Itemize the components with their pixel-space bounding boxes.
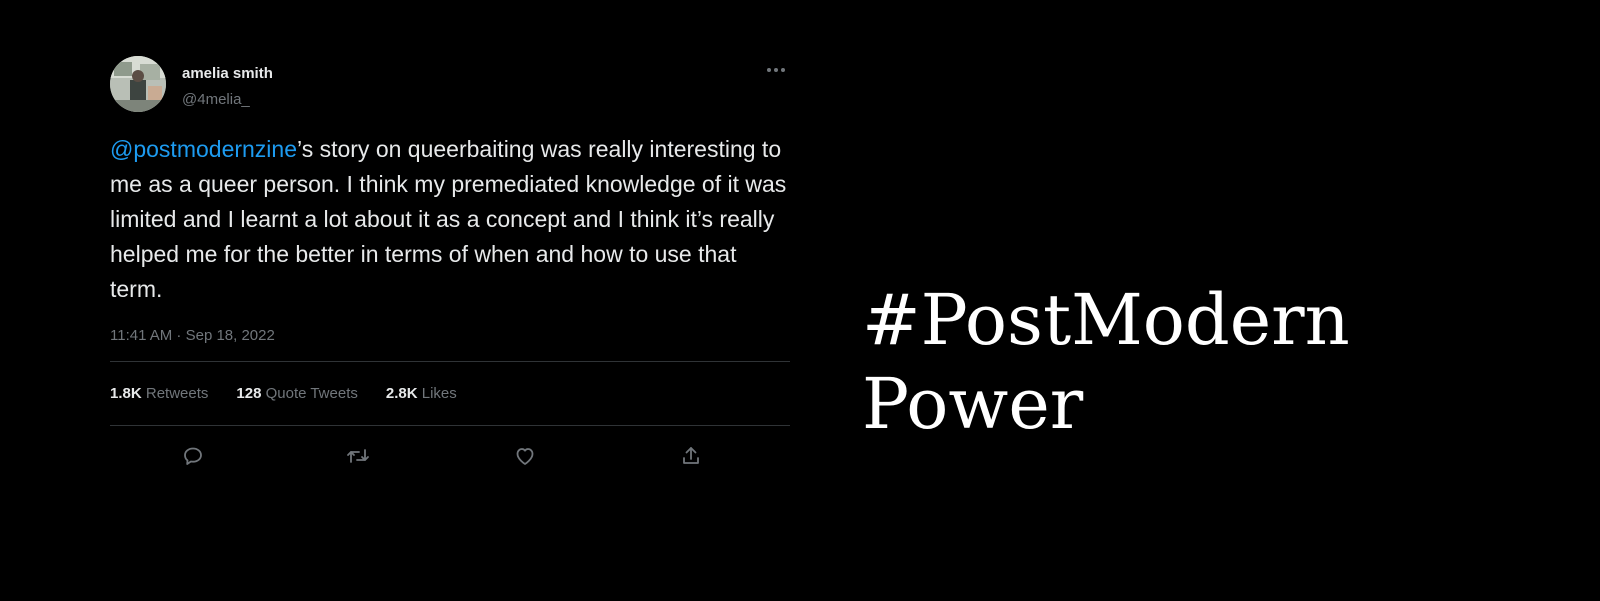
likes-stat[interactable]: 2.8K Likes [386, 385, 457, 402]
author-handle[interactable]: @4melia_ [182, 91, 250, 108]
quote-tweets-count: 128 [236, 385, 262, 402]
headline: #PostModern Power [862, 278, 1350, 446]
likes-label: Likes [421, 385, 457, 402]
tweet-text: @postmodernzine’s story on queerbaiting … [110, 132, 790, 307]
likes-count: 2.8K [385, 385, 418, 402]
reply-icon[interactable] [178, 441, 208, 471]
retweet-icon[interactable] [343, 441, 373, 471]
retweets-count: 1.8K [110, 385, 142, 402]
tweet-timestamp[interactable]: 11:41 AM · Sep 18, 2022 [110, 327, 790, 344]
tweet-card: amelia smith @4melia_ @postmodernzine’s … [110, 56, 790, 486]
share-icon[interactable] [676, 441, 706, 471]
tweet-actions [110, 426, 790, 486]
author-name[interactable]: amelia smith [182, 65, 273, 82]
quote-tweets-label: Quote Tweets [265, 385, 358, 402]
heart-icon[interactable] [510, 441, 540, 471]
avatar[interactable] [110, 56, 166, 112]
headline-line-1: #PostModern [862, 279, 1350, 361]
retweets-label: Retweets [145, 385, 209, 402]
tweet-stats: 1.8K Retweets 128 Quote Tweets 2.8K Like… [110, 362, 790, 425]
tweet-header: amelia smith @4melia_ [110, 56, 790, 116]
quote-tweets-stat[interactable]: 128 Quote Tweets [236, 385, 357, 402]
retweets-stat[interactable]: 1.8K Retweets [110, 385, 208, 402]
more-icon[interactable] [761, 58, 791, 82]
avatar-image [110, 56, 166, 112]
headline-line-2: Power [862, 363, 1084, 445]
mention-link[interactable]: @postmodernzine [110, 136, 297, 162]
